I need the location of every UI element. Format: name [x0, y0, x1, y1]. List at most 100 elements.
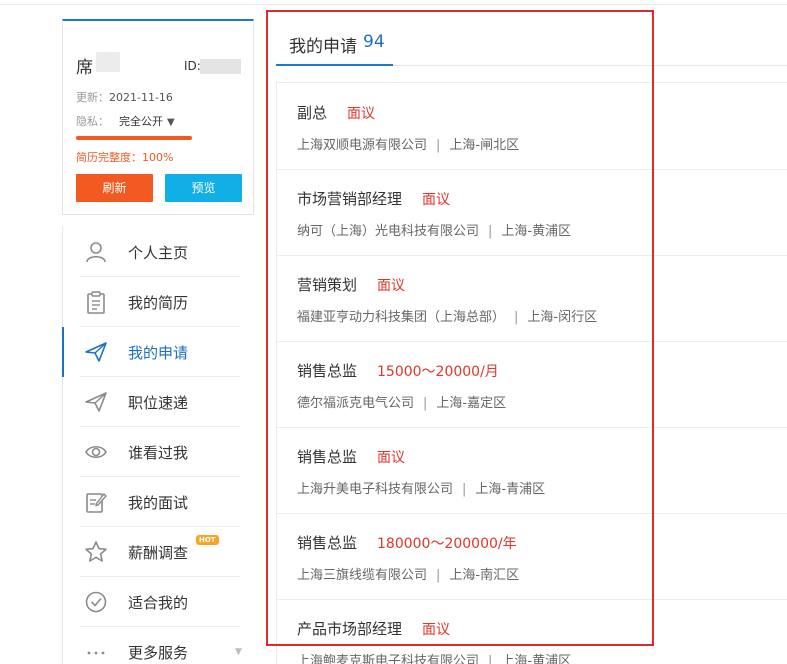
- job-meta: 纳可（上海）光电科技有限公司 | 上海-黄浦区: [297, 220, 571, 239]
- company-name[interactable]: 上海双顺电源有限公司: [297, 138, 427, 153]
- job-meta: 上海升美电子科技有限公司 | 上海-青浦区: [297, 478, 545, 497]
- job-title[interactable]: 市场营销部经理: [297, 188, 402, 209]
- list-item[interactable]: 销售总监 面议 上海升美电子科技有限公司 | 上海-青浦区: [277, 427, 787, 514]
- company-name[interactable]: 上海三旗线缆有限公司: [297, 568, 427, 583]
- job-salary: 15000～20000/月: [377, 364, 499, 380]
- job-meta: 福建亚亨动力科技集团（上海总部） | 上海-闵行区: [297, 306, 597, 325]
- privacy-label: 隐私：: [76, 115, 109, 128]
- star-icon: [85, 541, 107, 562]
- id-redaction: [200, 59, 241, 74]
- job-salary: 180000～200000/年: [377, 536, 517, 552]
- sidebar-item-label: 适合我的: [128, 594, 189, 612]
- company-name[interactable]: 上海升美电子科技有限公司: [297, 482, 453, 497]
- profile-id-label: ID:: [184, 59, 201, 73]
- updated-label: 更新：: [76, 91, 109, 104]
- list-item[interactable]: 副总 面议 上海双顺电源有限公司 | 上海-闸北区: [277, 83, 787, 170]
- user-icon: [86, 242, 106, 263]
- profile-name: 席: [76, 58, 93, 78]
- tab-underline: [276, 64, 393, 66]
- job-location: 上海-嘉定区: [436, 396, 507, 411]
- list-item[interactable]: 产品市场部经理 面议 上海鲍麦克斯电子科技有限公司 | 上海-黄浦区: [277, 599, 787, 664]
- name-redaction: [96, 52, 120, 72]
- application-list: 副总 面议 上海双顺电源有限公司 | 上海-闸北区 市场营销部经理 面议 纳可（上海…: [276, 82, 787, 664]
- sidebar-item-label: 个人主页: [128, 244, 189, 262]
- sidebar-item-label: 我的简历: [128, 294, 189, 312]
- job-salary: 面议: [377, 278, 405, 294]
- sidebar-item-label: 职位速递: [128, 394, 189, 412]
- edit-icon: [86, 492, 107, 513]
- hot-badge: HOT: [196, 535, 219, 545]
- company-name[interactable]: 福建亚亨动力科技集团（上海总部）: [297, 310, 505, 325]
- sidebar-item-job-alerts[interactable]: 职位速递: [63, 377, 256, 427]
- sidebar-item-my-interviews[interactable]: 我的面试: [63, 477, 256, 527]
- updated-value: 2021-11-16: [109, 91, 173, 104]
- sidebar-item-who-viewed-me[interactable]: 谁看过我: [63, 427, 256, 477]
- separator: |: [462, 482, 467, 497]
- applications-panel: 我的申请 94 副总 面议 上海双顺电源有限公司 | 上海-闸北区 市场营销部经理 …: [276, 0, 787, 664]
- chevron-down-icon[interactable]: ▼: [235, 647, 242, 657]
- job-title[interactable]: 营销策划: [297, 274, 357, 295]
- separator: |: [488, 224, 493, 239]
- list-item[interactable]: 市场营销部经理 面议 纳可（上海）光电科技有限公司 | 上海-黄浦区: [277, 169, 787, 256]
- job-location: 上海-黄浦区: [501, 224, 572, 239]
- sidebar-item-suitable-for-me[interactable]: 适合我的: [63, 577, 256, 627]
- job-location: 上海-黄浦区: [501, 654, 572, 664]
- job-meta: 上海鲍麦克斯电子科技有限公司 | 上海-黄浦区: [297, 650, 571, 664]
- company-name[interactable]: 德尔福派克电气公司: [297, 396, 414, 411]
- page-title: 我的申请: [289, 37, 357, 57]
- privacy-row[interactable]: 隐私： 完全公开 ▼: [76, 113, 175, 129]
- sidebar-item-label: 更多服务: [128, 644, 189, 662]
- job-meta: 上海三旗线缆有限公司 | 上海-南汇区: [297, 564, 519, 583]
- privacy-value[interactable]: 完全公开: [119, 115, 163, 128]
- completeness-text: 简历完整度：100%: [76, 151, 174, 164]
- sidebar-item-label: 薪酬调查: [128, 544, 189, 562]
- sidebar-nav: 个人主页 我的简历 我的申请 职位速递 谁看过我 我的面试 薪酬调查 HOT 适…: [62, 226, 256, 664]
- sidebar-item-salary-survey[interactable]: 薪酬调查 HOT: [63, 527, 256, 577]
- panel-header: 我的申请 94: [276, 16, 787, 68]
- separator: |: [514, 310, 519, 325]
- more-icon: [87, 651, 105, 655]
- job-salary: 面议: [347, 106, 375, 122]
- list-item[interactable]: 营销策划 面议 福建亚亨动力科技集团（上海总部） | 上海-闵行区: [277, 255, 787, 342]
- job-location: 上海-青浦区: [475, 482, 546, 497]
- page: 席 ID: 更新：2021-11-16 隐私： 完全公开 ▼ 简历完整度：100% …: [0, 0, 787, 664]
- sidebar-item-resume[interactable]: 我的简历: [63, 277, 256, 327]
- check-circle-icon: [85, 591, 107, 613]
- sidebar-item-more-services[interactable]: 更多服务 ▼: [63, 627, 256, 664]
- sidebar-item-applications[interactable]: 我的申请: [62, 327, 256, 377]
- job-meta: 上海双顺电源有限公司 | 上海-闸北区: [297, 134, 519, 153]
- list-item[interactable]: 销售总监 180000～200000/年 上海三旗线缆有限公司 | 上海-南汇区: [277, 513, 787, 600]
- separator: |: [436, 568, 441, 583]
- job-title[interactable]: 销售总监: [297, 532, 357, 553]
- completeness-bar: [76, 136, 192, 140]
- company-name[interactable]: 纳可（上海）光电科技有限公司: [297, 224, 479, 239]
- sidebar-item-homepage[interactable]: 个人主页: [63, 227, 256, 277]
- job-location: 上海-闵行区: [527, 310, 598, 325]
- job-salary: 面议: [422, 622, 450, 638]
- sidebar-item-label: 我的面试: [128, 494, 189, 512]
- job-title[interactable]: 销售总监: [297, 446, 357, 467]
- eye-icon: [85, 445, 107, 459]
- application-count: 94: [363, 32, 385, 52]
- separator: |: [488, 654, 493, 664]
- company-name[interactable]: 上海鲍麦克斯电子科技有限公司: [297, 654, 479, 664]
- job-title[interactable]: 产品市场部经理: [297, 618, 402, 639]
- job-title[interactable]: 销售总监: [297, 360, 357, 381]
- job-location: 上海-南汇区: [449, 568, 520, 583]
- job-title[interactable]: 副总: [297, 102, 327, 123]
- caret-down-icon[interactable]: ▼: [167, 117, 175, 128]
- refresh-button[interactable]: 刷新: [76, 174, 153, 202]
- list-item[interactable]: 销售总监 15000～20000/月 德尔福派克电气公司 | 上海-嘉定区: [277, 341, 787, 428]
- job-salary: 面议: [377, 450, 405, 466]
- separator: |: [436, 138, 441, 153]
- clipboard-icon: [87, 291, 105, 314]
- profile-card: 席 ID: 更新：2021-11-16 隐私： 完全公开 ▼ 简历完整度：100% …: [62, 19, 254, 215]
- job-meta: 德尔福派克电气公司 | 上海-嘉定区: [297, 392, 506, 411]
- separator: |: [423, 396, 428, 411]
- sidebar-item-label: 我的申请: [128, 344, 189, 362]
- header-divider: [393, 65, 787, 66]
- job-location: 上海-闸北区: [449, 138, 520, 153]
- sidebar-item-label: 谁看过我: [128, 444, 189, 462]
- completeness-bar-fill: [76, 136, 192, 140]
- preview-button[interactable]: 预览: [165, 174, 242, 202]
